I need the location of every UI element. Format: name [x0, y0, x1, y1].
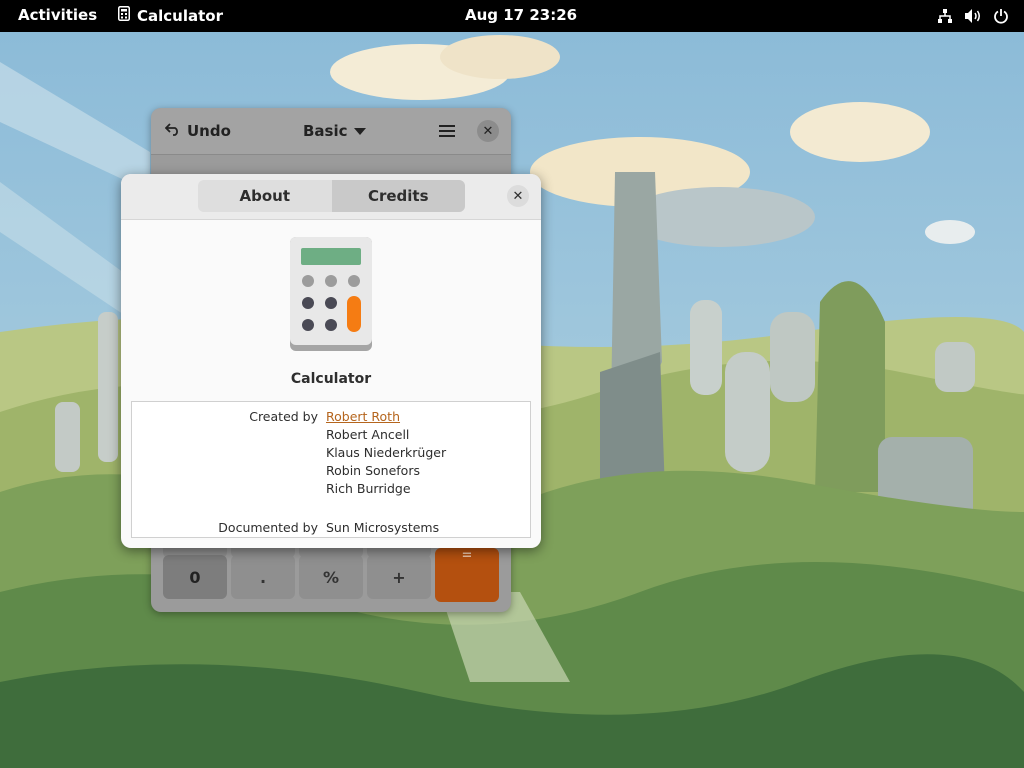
calculator-close-button[interactable]: ✕: [477, 120, 499, 142]
calculator-header-bar: Undo Basic ✕: [151, 108, 511, 155]
app-menu-button[interactable]: Calculator: [118, 6, 223, 25]
digit-0-button[interactable]: 0: [163, 555, 227, 599]
tab-credits[interactable]: Credits: [331, 180, 465, 212]
clock-button[interactable]: Aug 17 23:26: [465, 6, 577, 24]
author-link[interactable]: Robert Roth: [326, 409, 400, 424]
about-header-bar: About Credits ✕: [121, 174, 541, 220]
volume-icon[interactable]: [964, 7, 982, 25]
network-icon[interactable]: [936, 7, 954, 25]
mode-selector[interactable]: Basic: [303, 122, 366, 140]
documented-by-label: Documented by: [218, 520, 318, 535]
app-menu-label: Calculator: [137, 6, 223, 25]
undo-button[interactable]: Undo: [164, 122, 231, 140]
hamburger-menu-icon[interactable]: [439, 123, 455, 142]
undo-label: Undo: [187, 122, 231, 140]
author-name: Robin Sonefors: [326, 463, 420, 478]
about-tab-switcher: About Credits: [198, 180, 465, 212]
about-dialog: About Credits ✕ Calculator Created by Ro…: [121, 174, 541, 548]
author-name: Robert Ancell: [326, 427, 410, 442]
documenter-name: Sun Microsystems: [326, 520, 440, 535]
equals-label: =: [461, 548, 473, 563]
activities-button[interactable]: Activities: [18, 6, 97, 24]
decimal-point-button[interactable]: .: [231, 555, 295, 599]
about-close-button[interactable]: ✕: [507, 185, 529, 207]
chevron-down-icon: [353, 122, 366, 140]
top-bar: Activities Calculator Aug 17 23:26: [0, 0, 1024, 32]
author-name: Rich Burridge: [326, 481, 411, 496]
equals-button[interactable]: =: [435, 548, 499, 602]
calculator-app-icon: [290, 237, 372, 355]
undo-icon: [164, 122, 181, 140]
close-icon: ✕: [512, 188, 524, 204]
tab-about[interactable]: About: [198, 180, 332, 212]
close-icon: ✕: [482, 123, 494, 139]
mode-label: Basic: [303, 122, 348, 140]
system-tray[interactable]: [936, 7, 1010, 25]
add-button[interactable]: +: [367, 555, 431, 599]
percent-button[interactable]: %: [299, 555, 363, 599]
power-icon[interactable]: [992, 7, 1010, 25]
calculator-icon: [118, 6, 130, 25]
author-name: Klaus Niederkrüger: [326, 445, 447, 460]
credits-panel: Created by Robert Roth Robert Ancell Kla…: [131, 401, 531, 538]
about-app-name: Calculator: [290, 371, 372, 387]
created-by-label: Created by: [249, 409, 318, 424]
